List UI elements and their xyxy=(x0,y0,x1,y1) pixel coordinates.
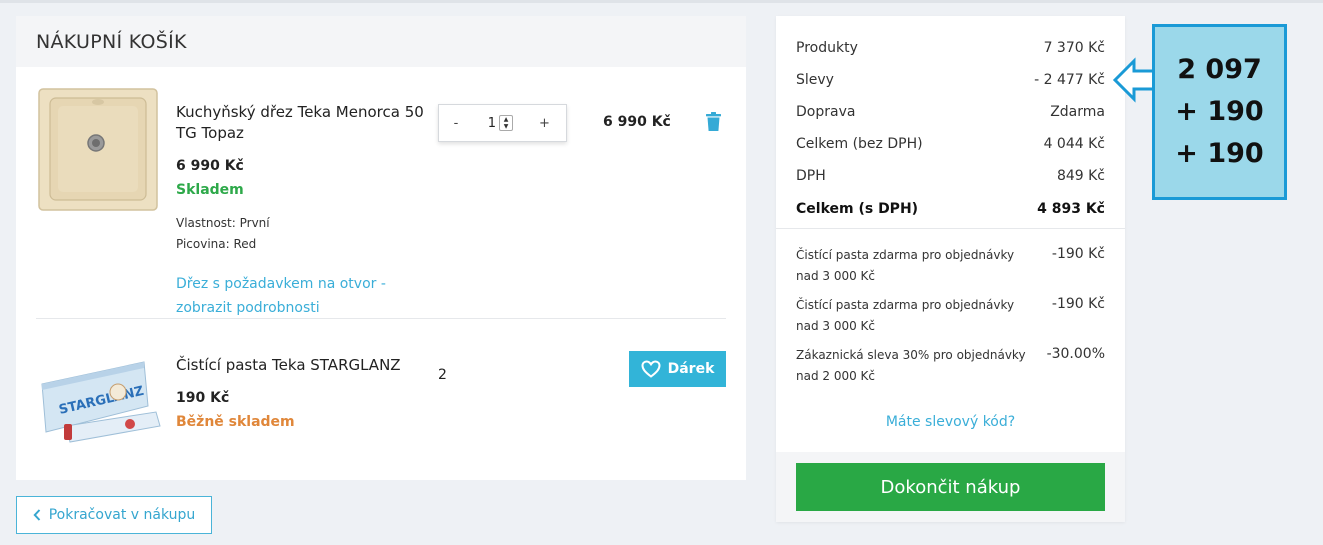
discount-item: Čistící pasta zdarma pro objednávky nad … xyxy=(796,295,1105,337)
gift-button[interactable]: Dárek xyxy=(629,351,726,387)
heart-icon xyxy=(641,360,661,378)
chevron-left-icon xyxy=(33,509,40,521)
product-details-link[interactable]: Dřez s požadavkem na otvor - zobrazit po… xyxy=(176,272,416,320)
summary-label: Produkty xyxy=(796,40,858,56)
gift-button-label: Dárek xyxy=(667,361,715,377)
cart-title: NÁKUPNÍ KOŠÍK xyxy=(36,30,187,53)
summary-value: 4 044 Kč xyxy=(1043,136,1105,152)
product-name[interactable]: Kuchyňský dřez Teka Menorca 50 TG Topaz xyxy=(176,102,434,144)
continue-shopping-button[interactable]: Pokračovat v nákupu xyxy=(16,496,212,534)
summary-label: DPH xyxy=(796,168,826,184)
product-attribute: Vlastnost: První xyxy=(176,216,270,230)
spinner-down-icon[interactable]: ▼ xyxy=(504,123,509,130)
summary-label: Celkem (bez DPH) xyxy=(796,136,923,152)
annotation-callout: 2 097 + 190 + 190 xyxy=(1152,24,1287,200)
summary-value: Zdarma xyxy=(1050,104,1105,120)
product-name[interactable]: Čistící pasta Teka STARGLANZ xyxy=(176,355,434,376)
summary-row-vat: DPH 849 Kč xyxy=(796,168,1105,184)
summary-row-products: Produkty 7 370 Kč xyxy=(796,40,1105,56)
sink-product-image[interactable] xyxy=(38,88,158,211)
quantity-input[interactable]: 1 xyxy=(473,116,499,131)
summary-row-shipping: Doprava Zdarma xyxy=(796,104,1105,120)
quantity-increase-button[interactable]: + xyxy=(539,116,550,131)
annotation-line: 2 097 xyxy=(1177,54,1262,85)
summary-label: Slevy xyxy=(796,72,834,88)
cart-item-sink: Kuchyňský dřez Teka Menorca 50 TG Topaz … xyxy=(16,67,746,318)
discount-item: Čistící pasta zdarma pro objednávky nad … xyxy=(796,245,1105,287)
discount-amount: -30.00% xyxy=(1046,346,1105,362)
summary-value: 849 Kč xyxy=(1056,168,1105,184)
product-attribute: Picovina: Red xyxy=(176,237,257,251)
line-total: 6 990 Kč xyxy=(603,114,671,130)
product-price: 6 990 Kč xyxy=(176,158,244,174)
discount-text: Čistící pasta zdarma pro objednávky nad … xyxy=(796,298,1015,333)
quantity-spinner-icon[interactable]: ▲ ▼ xyxy=(499,115,513,131)
quantity-decrease-button[interactable]: - xyxy=(439,116,473,131)
quantity-stepper[interactable]: - 1 ▲ ▼ + xyxy=(438,104,567,142)
spinner-up-icon[interactable]: ▲ xyxy=(504,116,509,123)
continue-shopping-label: Pokračovat v nákupu xyxy=(48,507,196,523)
cart-item-paste: STARGLANZ Čistící pasta Teka STARGLANZ 1… xyxy=(16,319,746,479)
summary-label: Celkem (s DPH) xyxy=(796,201,919,217)
annotation-arrow-icon xyxy=(1112,57,1156,103)
discount-amount: -190 Kč xyxy=(1051,296,1105,312)
order-summary-panel: Produkty 7 370 Kč Slevy - 2 477 Kč Dopra… xyxy=(776,16,1125,522)
summary-footer: Dokončit nákup xyxy=(776,452,1125,522)
stock-status: Skladem xyxy=(176,182,244,198)
summary-value: - 2 477 Kč xyxy=(1034,72,1105,88)
discount-code-link[interactable]: Máte slevový kód? xyxy=(776,414,1125,430)
product-price: 190 Kč xyxy=(176,390,230,406)
summary-value: 7 370 Kč xyxy=(1043,40,1105,56)
discount-amount: -190 Kč xyxy=(1051,246,1105,262)
stock-status: Běžně skladem xyxy=(176,414,295,430)
quantity-value: 2 xyxy=(438,367,447,383)
paste-product-image[interactable]: STARGLANZ xyxy=(38,354,164,444)
cart-header: NÁKUPNÍ KOŠÍK xyxy=(16,16,746,67)
trash-icon[interactable] xyxy=(705,112,722,132)
cart-panel: NÁKUPNÍ KOŠÍK Kuchyňský dřez Teka Menorc… xyxy=(16,16,746,480)
summary-divider xyxy=(776,228,1125,229)
discount-text: Čistící pasta zdarma pro objednávky nad … xyxy=(796,248,1015,283)
top-border xyxy=(0,0,1323,3)
finish-order-button[interactable]: Dokončit nákup xyxy=(796,463,1105,511)
summary-row-subtotal: Celkem (bez DPH) 4 044 Kč xyxy=(796,136,1105,152)
summary-row-total: Celkem (s DPH) 4 893 Kč xyxy=(796,201,1105,217)
annotation-line: + 190 xyxy=(1175,138,1264,169)
discount-text: Zákaznická sleva 30% pro objednávky nad … xyxy=(796,348,1026,383)
summary-value: 4 893 Kč xyxy=(1037,201,1105,217)
annotation-line: + 190 xyxy=(1175,96,1264,127)
summary-row-discounts: Slevy - 2 477 Kč xyxy=(796,72,1105,88)
discount-item: Zákaznická sleva 30% pro objednávky nad … xyxy=(796,345,1105,387)
summary-label: Doprava xyxy=(796,104,856,120)
